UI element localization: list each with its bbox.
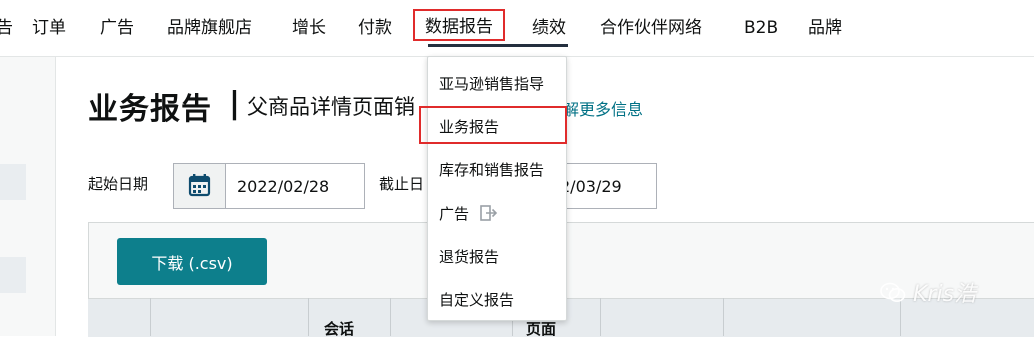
column-divider [308, 298, 309, 336]
nav-item-orders[interactable]: 订单 [32, 15, 66, 41]
column-divider [150, 298, 151, 336]
sidebar-item[interactable] [0, 164, 26, 200]
download-csv-button[interactable]: 下载 (.csv) [117, 238, 267, 285]
page-subtitle: 父商品详情页面销 [247, 95, 415, 119]
nav-item-brands[interactable]: 品牌 [808, 15, 842, 41]
nav-item-reports-partial[interactable]: 告 [0, 15, 13, 41]
nav-item-payments[interactable]: 付款 [358, 15, 392, 41]
page-title: 业务报告 [88, 92, 212, 127]
top-nav: 告 订单 广告 品牌旗舰店 增长 付款 数据报告 绩效 合作伙伴网络 B2B 品… [0, 0, 1034, 57]
menu-item-inventory-sales-reports[interactable]: 库存和销售报告 [439, 159, 544, 180]
nav-item-brand-store[interactable]: 品牌旗舰店 [167, 15, 252, 41]
start-date-value: 2022/02/28 [237, 177, 330, 196]
start-date-field[interactable]: 2022/02/28 [173, 163, 365, 209]
watermark-text: Kris浩 [913, 282, 977, 307]
start-date-label: 起始日期 [88, 175, 149, 193]
nav-item-growth[interactable]: 增长 [292, 15, 326, 41]
column-divider [600, 298, 601, 336]
highlight-box-business-reports [419, 106, 567, 144]
watermark: Kris浩 [880, 276, 976, 308]
sidebar-item[interactable] [0, 257, 26, 293]
nav-item-advertising[interactable]: 广告 [100, 15, 134, 41]
external-link-icon [479, 205, 497, 221]
data-reports-dropdown: 亚马逊销售指导 业务报告 库存和销售报告 广告 退货报告 自定义报告 [427, 56, 567, 321]
learn-more-link[interactable]: 解更多信息 [563, 96, 643, 120]
start-calendar-button[interactable] [174, 164, 226, 208]
nav-item-data-reports[interactable]: 数据报告 [413, 9, 505, 41]
nav-item-partner-network[interactable]: 合作伙伴网络 [600, 15, 702, 41]
column-divider [390, 298, 391, 336]
menu-item-advertising-label: 广告 [439, 205, 470, 223]
left-sidebar [0, 57, 56, 336]
nav-item-b2b[interactable]: B2B [744, 15, 778, 41]
menu-item-selling-coach[interactable]: 亚马逊销售指导 [439, 73, 544, 94]
end-date-label: 截止日 [379, 175, 425, 193]
wechat-icon [880, 282, 906, 302]
calendar-icon [188, 174, 211, 197]
menu-item-returns-reports[interactable]: 退货报告 [439, 246, 499, 267]
nav-item-performance[interactable]: 绩效 [532, 15, 566, 41]
menu-item-advertising[interactable]: 广告 [439, 203, 498, 224]
menu-item-custom-reports[interactable]: 自定义报告 [439, 289, 514, 310]
column-divider [723, 298, 724, 336]
active-nav-underline [428, 44, 568, 47]
title-separator: | [229, 86, 240, 121]
end-date-value: 2/03/29 [560, 177, 622, 196]
